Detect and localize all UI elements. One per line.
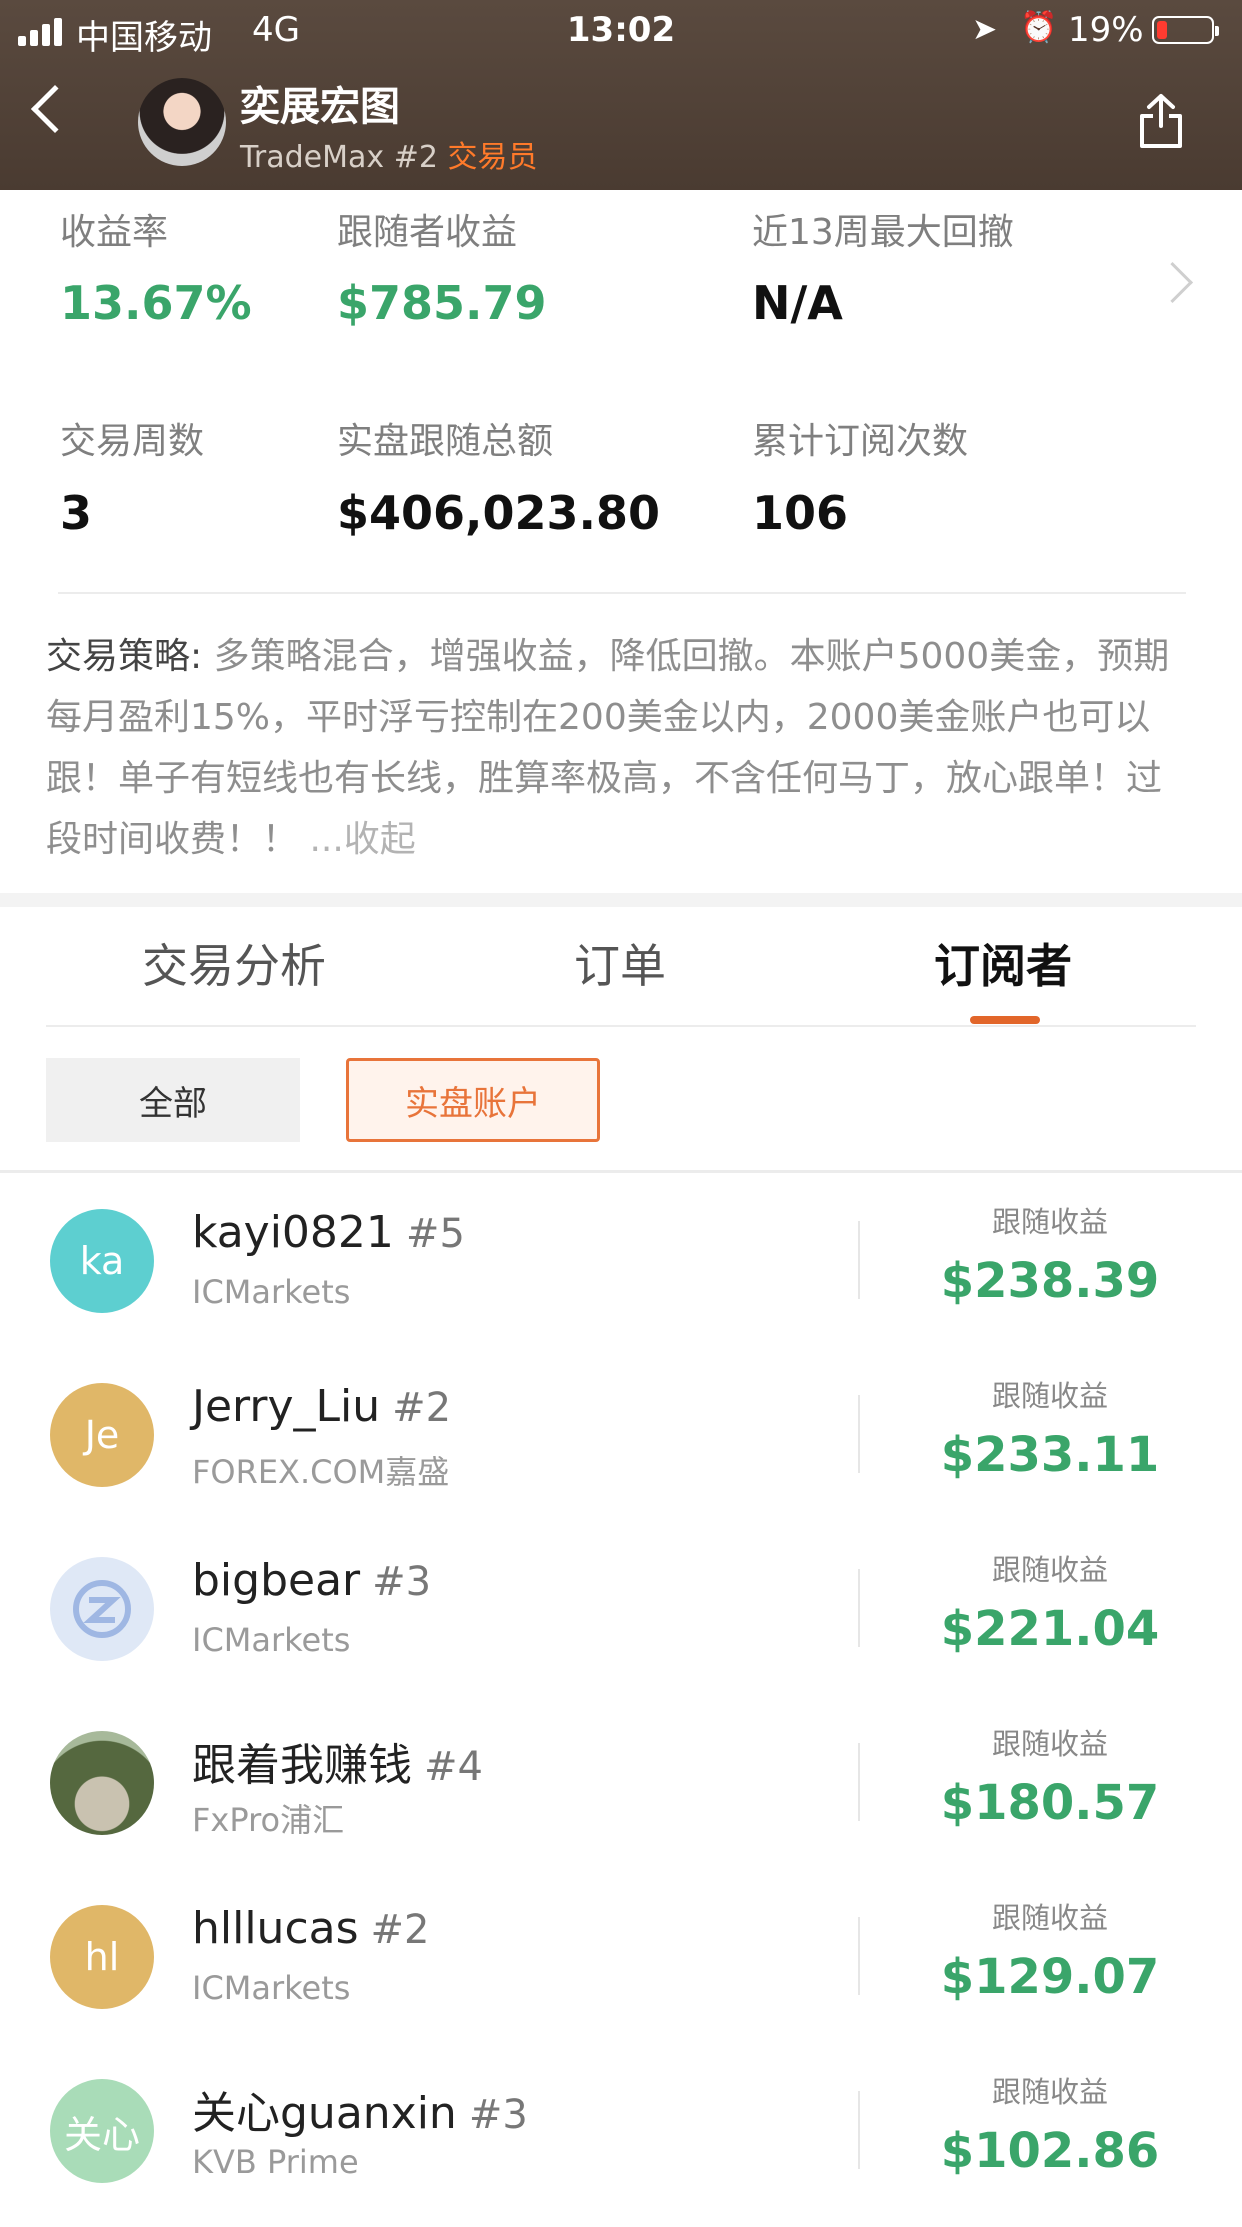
- subscriber-avatar[interactable]: hl: [50, 1905, 154, 2009]
- strategy-text: 多策略混合，增强收益，降低回撤。本账户5000美金，预期每月盈利15%，平时浮亏…: [46, 636, 1170, 860]
- subscriber-name: 关心guanxin: [192, 2088, 457, 2139]
- profit-value: $221.04: [940, 1601, 1160, 1657]
- subscriber-broker: ICMarkets: [192, 1969, 351, 2007]
- header-bar: 中国移动 4G 13:02 ➤ ⏰ 19% 奕展宏图 TradeMax #2 交…: [0, 0, 1242, 190]
- subscriber-name-line: 跟着我赚钱 #4: [192, 1729, 483, 1793]
- filter-live-account-button[interactable]: 实盘账户: [346, 1058, 600, 1142]
- profit-value: $233.11: [940, 1427, 1160, 1483]
- trader-subtitle: TradeMax #2 交易员: [240, 132, 537, 176]
- subscriber-row[interactable]: hl hlllucas #2 ICMarkets 跟随收益 $129.07: [0, 1879, 1242, 2053]
- profit-label: 跟随收益: [991, 1379, 1108, 1413]
- trading-weeks-label: 交易周数: [60, 421, 205, 462]
- profit-label: 跟随收益: [991, 1901, 1108, 1935]
- subscriber-name-line: bigbear #3: [192, 1555, 431, 1606]
- profit-value: $102.86: [940, 2123, 1160, 2179]
- subscriber-broker: FxPro浦汇: [192, 1801, 345, 1839]
- profit-label: 跟随收益: [991, 2075, 1108, 2109]
- subscription-count-value: 106: [752, 486, 849, 540]
- alarm-icon: ⏰: [1020, 10, 1058, 45]
- subscriber-name: hlllucas: [192, 1903, 359, 1954]
- follower-profit-value: $785.79: [337, 276, 547, 330]
- subscriber-name: bigbear: [192, 1555, 361, 1606]
- trader-name: 奕展宏图: [240, 84, 400, 130]
- section-gap: [0, 893, 1242, 907]
- subscriber-rank: #5: [405, 1211, 465, 1257]
- subscriber-initials: 关心: [63, 2112, 140, 2157]
- subscriber-avatar[interactable]: ka: [50, 1209, 154, 1313]
- row-divider: [858, 1395, 860, 1473]
- row-divider: [858, 1221, 860, 1299]
- max-drawdown-label: 近13周最大回撤: [752, 212, 1014, 253]
- trading-weeks-value: 3: [60, 486, 93, 540]
- subscriber-rank: #2: [392, 1385, 452, 1431]
- profit-label: 跟随收益: [991, 1553, 1108, 1587]
- profit-value: $129.07: [940, 1949, 1160, 2005]
- tab-trade-analysis[interactable]: 交易分析: [142, 930, 326, 996]
- subscriber-broker: KVB Prime: [192, 2143, 359, 2181]
- filter-all-button[interactable]: 全部: [46, 1058, 300, 1142]
- subscriber-row[interactable]: bigbear #3 ICMarkets 跟随收益 $221.04: [0, 1531, 1242, 1705]
- strategy-label: 交易策略:: [46, 636, 203, 677]
- status-bar: 中国移动 4G 13:02 ➤ ⏰ 19%: [0, 0, 1242, 60]
- subscriber-row[interactable]: Je Jerry_Liu #2 FOREX.COM嘉盛 跟随收益 $233.11: [0, 1357, 1242, 1531]
- share-icon[interactable]: [1136, 92, 1186, 150]
- trader-avatar[interactable]: [138, 78, 226, 166]
- subscriber-avatar[interactable]: Je: [50, 1383, 154, 1487]
- profit-label: 跟随收益: [991, 1727, 1108, 1761]
- subscriber-row[interactable]: 跟着我赚钱 #4 FxPro浦汇 跟随收益 $180.57: [0, 1705, 1242, 1879]
- subscriber-name-line: kayi0821 #5: [192, 1207, 465, 1258]
- subscriber-broker: FOREX.COM嘉盛: [192, 1453, 450, 1491]
- subscriber-broker: ICMarkets: [192, 1273, 351, 1311]
- subscriber-rank: #4: [424, 1744, 483, 1790]
- collapse-link[interactable]: ...收起: [298, 819, 415, 860]
- subscriber-rank: #3: [372, 1559, 432, 1605]
- chevron-left-icon[interactable]: [30, 84, 80, 134]
- subscriber-avatar[interactable]: 关心: [50, 2079, 154, 2183]
- subscriber-photo-avatar[interactable]: [50, 1731, 154, 1835]
- tab-orders[interactable]: 订单: [574, 930, 666, 996]
- row-divider: [858, 1569, 860, 1647]
- subscriber-row[interactable]: 关心 关心guanxin #3 KVB Prime 跟随收益 $102.86: [0, 2053, 1242, 2227]
- trader-platform: TradeMax #2: [240, 140, 438, 175]
- subscriber-rank: #3: [468, 2092, 528, 2138]
- profit-value: $238.39: [940, 1253, 1160, 1309]
- battery-icon: [1152, 16, 1219, 44]
- tab-divider: [46, 1025, 1196, 1027]
- subscriber-rank: #2: [370, 1907, 430, 1953]
- subscription-count-label: 累计订阅次数: [752, 421, 969, 462]
- tab-subscribers[interactable]: 订阅者: [934, 930, 1072, 996]
- subscriber-avatar[interactable]: [50, 1557, 154, 1661]
- active-tab-indicator: [970, 1016, 1040, 1024]
- profit-label: 跟随收益: [991, 1205, 1108, 1239]
- profit-value: $180.57: [940, 1775, 1160, 1831]
- subscriber-name-line: Jerry_Liu #2: [192, 1381, 451, 1432]
- subscriber-name: 跟着我赚钱: [192, 1740, 412, 1791]
- return-rate-label: 收益率: [60, 212, 169, 253]
- return-rate-value: 13.67%: [60, 276, 252, 330]
- subscriber-name: kayi0821: [192, 1207, 394, 1258]
- live-follow-total-label: 实盘跟随总额: [337, 421, 554, 462]
- row-divider: [858, 2091, 860, 2169]
- subscriber-name-line: 关心guanxin #3: [192, 2077, 528, 2141]
- subscriber-row[interactable]: ka kayi0821 #5 ICMarkets 跟随收益 $238.39: [0, 1183, 1242, 1357]
- subscriber-broker: ICMarkets: [192, 1621, 351, 1659]
- subscriber-initials: hl: [84, 1935, 120, 1979]
- strategy-description: 交易策略: 多策略混合，增强收益，降低回撤。本账户5000美金，预期每月盈利15…: [46, 626, 1196, 870]
- live-follow-total-value: $406,023.80: [337, 486, 661, 540]
- battery-percent: 19%: [1068, 10, 1144, 50]
- bear-logo-icon: [73, 1580, 131, 1638]
- stats-divider: [58, 592, 1186, 594]
- subscriber-initials: ka: [79, 1239, 125, 1283]
- trader-role: 交易员: [447, 140, 538, 175]
- row-divider: [858, 1917, 860, 1995]
- subscriber-initials: Je: [84, 1413, 120, 1457]
- location-icon: ➤: [972, 12, 998, 47]
- subscriber-name-line: hlllucas #2: [192, 1903, 430, 1954]
- max-drawdown-value: N/A: [752, 276, 843, 330]
- list-separator: [0, 1170, 1242, 1173]
- row-divider: [858, 1743, 860, 1821]
- subscriber-name: Jerry_Liu: [192, 1381, 381, 1432]
- chevron-right-icon[interactable]: [1151, 261, 1194, 304]
- follower-profit-label: 跟随者收益: [337, 212, 518, 253]
